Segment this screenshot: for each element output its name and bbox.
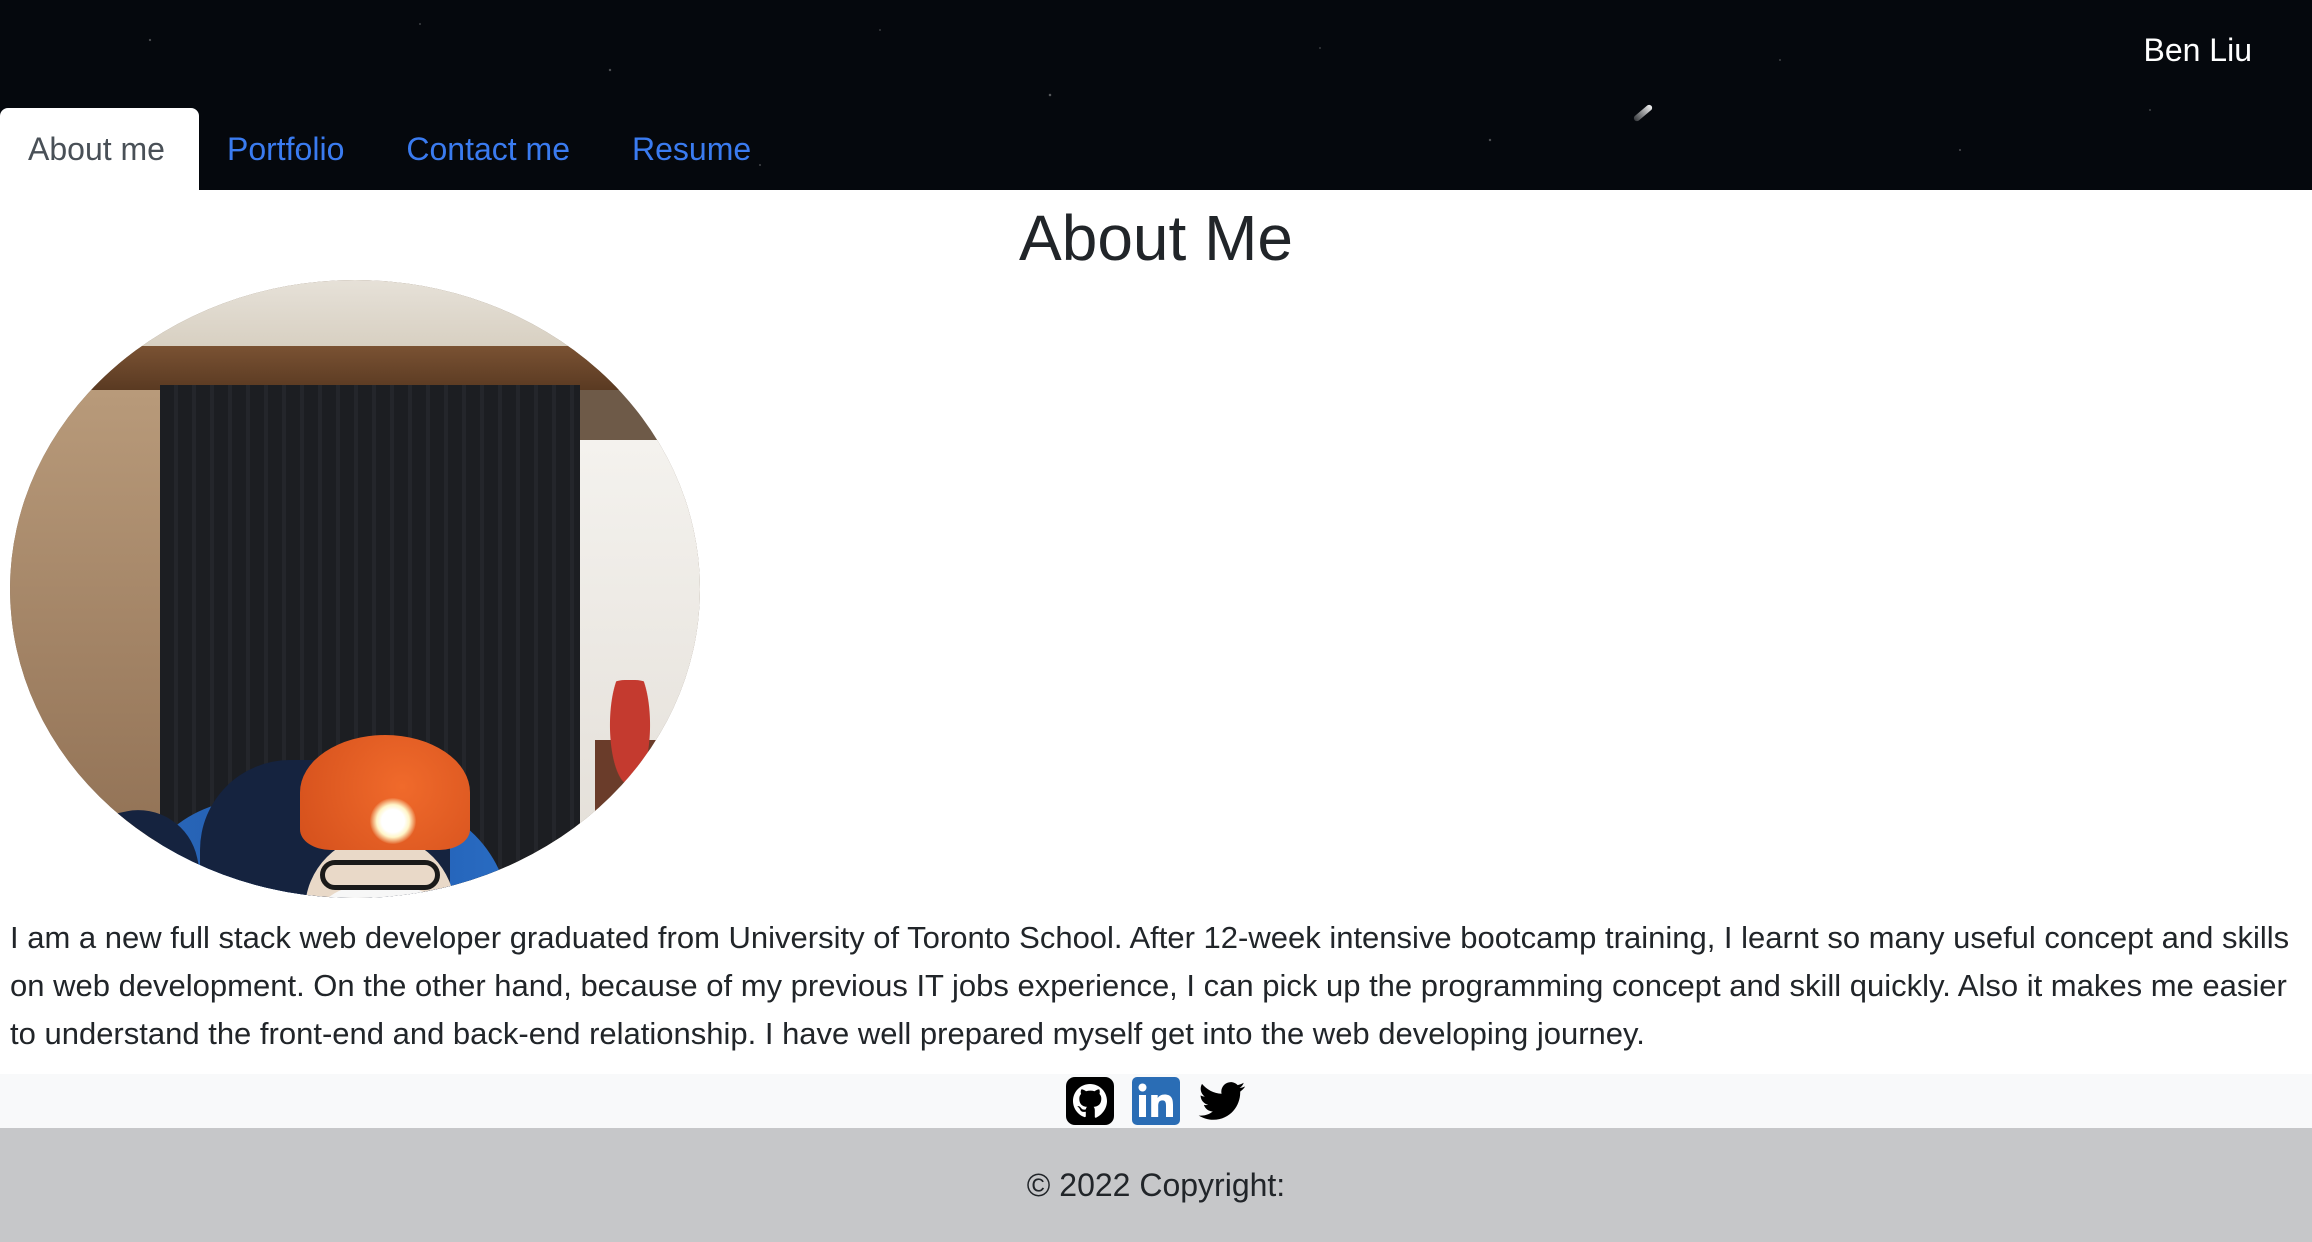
github-icon: [1066, 1077, 1114, 1125]
profile-photo: [10, 280, 700, 898]
site-header: Ben Liu About me Portfolio Contact me Re…: [0, 0, 2312, 190]
linkedin-icon: [1132, 1077, 1180, 1125]
twitter-link[interactable]: [1196, 1075, 1248, 1127]
social-links-bar: [0, 1074, 2312, 1128]
page-title: About Me: [1019, 202, 1293, 274]
tab-resume[interactable]: Resume: [604, 108, 785, 190]
github-link[interactable]: [1064, 1075, 1116, 1127]
main-content: About Me I am a new full stack web devel…: [0, 190, 2312, 1058]
copyright-text: © 2022 Copyright:: [1026, 1166, 1286, 1203]
site-footer: © 2022 Copyright:: [0, 1128, 2312, 1242]
bio-paragraph: I am a new full stack web developer grad…: [10, 920, 2290, 1051]
linkedin-link[interactable]: [1130, 1075, 1182, 1127]
nav-tabs: About me Portfolio Contact me Resume: [0, 108, 785, 190]
tab-portfolio[interactable]: Portfolio: [199, 108, 378, 190]
tab-contact-me[interactable]: Contact me: [378, 108, 604, 190]
brand-name: Ben Liu: [2143, 32, 2252, 68]
tab-about-me[interactable]: About me: [0, 108, 199, 190]
twitter-icon: [1198, 1082, 1245, 1120]
